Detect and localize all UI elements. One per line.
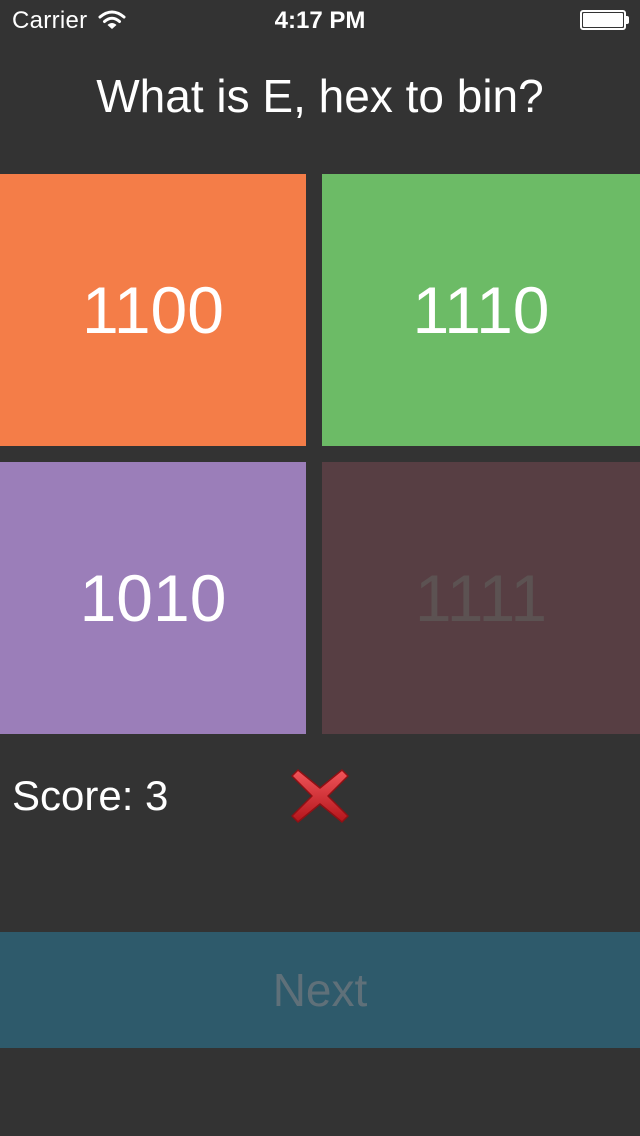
answer-tile-2[interactable]: 1110 [322, 174, 640, 446]
battery-icon [580, 10, 629, 30]
question-text: What is E, hex to bin? [96, 70, 544, 122]
answer-label: 1111 [414, 561, 548, 635]
next-button-label: Next [272, 964, 368, 1016]
next-button[interactable]: Next [0, 932, 640, 1048]
score-text: Score: 3 [12, 772, 169, 819]
cross-mark-icon [290, 766, 350, 826]
status-bar: Carrier 4:17 PM [0, 0, 640, 40]
answer-tile-4[interactable]: 1111 [322, 462, 640, 734]
answer-label: 1010 [79, 561, 227, 635]
answer-tile-1[interactable]: 1100 [0, 174, 306, 446]
answer-label: 1110 [412, 273, 550, 347]
answer-tile-3[interactable]: 1010 [0, 462, 306, 734]
answer-label: 1100 [82, 273, 224, 347]
status-time: 4:17 PM [274, 7, 366, 34]
